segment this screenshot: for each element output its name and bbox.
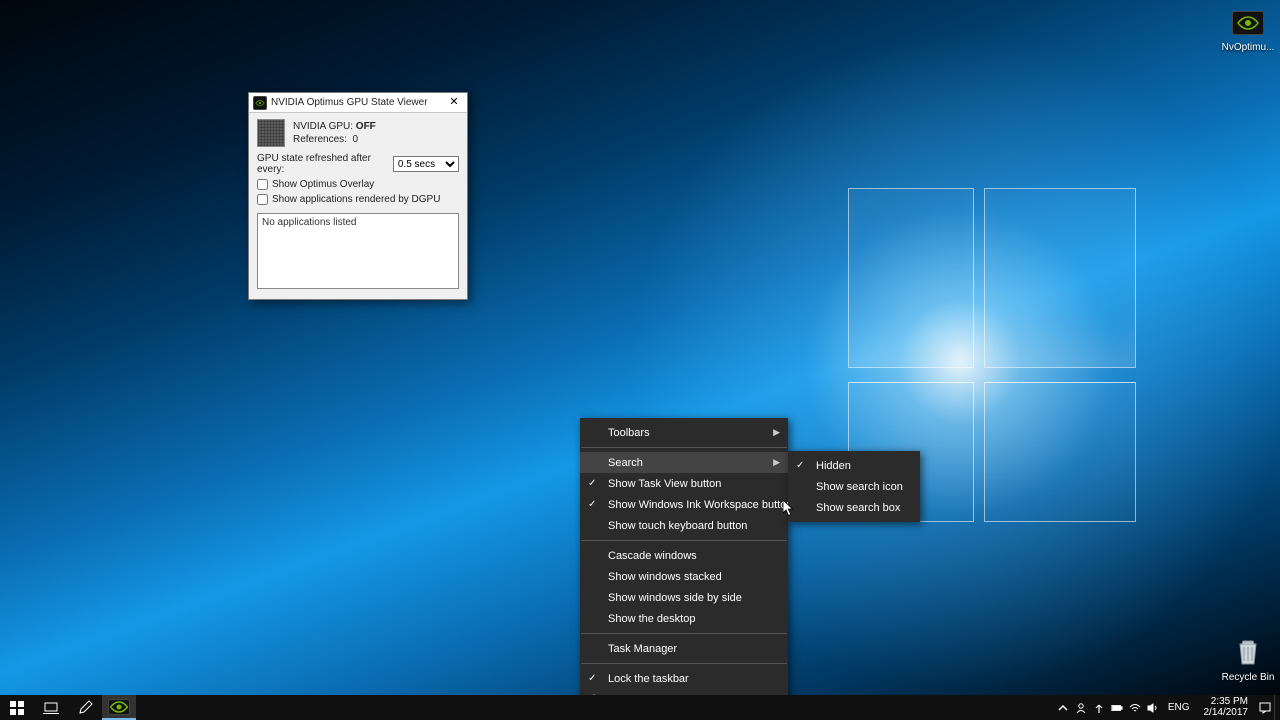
window-title: NVIDIA Optimus GPU State Viewer <box>271 97 444 108</box>
search-submenu: ✓Hidden Show search icon Show search box <box>788 451 920 522</box>
list-empty-text: No applications listed <box>262 217 357 228</box>
nvidia-eye-icon <box>253 96 267 110</box>
tray-icon-people[interactable] <box>1072 695 1090 720</box>
menu-item-cascade-windows[interactable]: Cascade windows <box>580 545 788 566</box>
desktop-icon-nvoptimus[interactable]: NvOptimu... <box>1218 6 1278 53</box>
close-button[interactable]: ✕ <box>444 95 464 111</box>
clock-date: 2/14/2017 <box>1204 708 1249 719</box>
checkbox-input[interactable] <box>257 179 268 190</box>
menu-item-show-touch-keyboard[interactable]: Show touch keyboard button <box>580 515 788 536</box>
check-icon: ✓ <box>588 499 596 510</box>
speaker-icon <box>1147 702 1159 714</box>
menu-item-windows-stacked[interactable]: Show windows stacked <box>580 566 788 587</box>
checkbox-optimus-overlay[interactable]: Show Optimus Overlay <box>257 179 459 190</box>
gpu-chip-icon <box>257 119 285 147</box>
check-icon: ✓ <box>796 460 804 471</box>
chevron-right-icon: ▶ <box>773 457 780 468</box>
tray-icon-safely-remove[interactable] <box>1090 695 1108 720</box>
refresh-label: GPU state refreshed after every: <box>257 153 389 175</box>
action-center-button[interactable] <box>1256 695 1274 720</box>
notification-icon <box>1259 702 1271 714</box>
applications-list[interactable]: No applications listed <box>257 213 459 289</box>
nvidia-viewer-window[interactable]: NVIDIA Optimus GPU State Viewer ✕ NVIDIA… <box>248 92 468 300</box>
tray-overflow-button[interactable] <box>1054 695 1072 720</box>
windows-logo-icon <box>10 701 24 715</box>
language-indicator[interactable]: ENG <box>1162 702 1196 713</box>
recycle-bin-icon <box>1231 636 1265 670</box>
menu-item-show-desktop[interactable]: Show the desktop <box>580 608 788 629</box>
taskbar-context-menu: Toolbars▶ Search▶ ✓Show Task View button… <box>580 418 788 714</box>
menu-item-lock-taskbar[interactable]: ✓Lock the taskbar <box>580 668 788 689</box>
menu-item-task-manager[interactable]: Task Manager <box>580 638 788 659</box>
check-icon: ✓ <box>588 673 596 684</box>
refresh-interval-select[interactable]: 0.5 secs <box>393 156 459 172</box>
usb-icon <box>1093 702 1105 714</box>
submenu-item-show-search-icon[interactable]: Show search icon <box>788 476 920 497</box>
task-view-button[interactable] <box>34 695 68 720</box>
window-titlebar[interactable]: NVIDIA Optimus GPU State Viewer ✕ <box>249 93 467 113</box>
people-icon <box>1075 702 1087 714</box>
taskbar-app-nvidia[interactable] <box>102 695 136 720</box>
wifi-icon <box>1129 702 1141 714</box>
menu-item-windows-side-by-side[interactable]: Show windows side by side <box>580 587 788 608</box>
mouse-cursor-icon <box>783 500 795 518</box>
nvidia-eye-icon <box>108 699 130 715</box>
chevron-up-icon <box>1057 702 1069 714</box>
task-view-icon <box>43 702 59 714</box>
windows-ink-button[interactable] <box>68 695 102 720</box>
desktop-icon-label: NvOptimu... <box>1218 42 1278 53</box>
desktop-icon-recycle-bin[interactable]: Recycle Bin <box>1218 636 1278 683</box>
references-label: References: <box>293 134 347 145</box>
tray-icon-volume[interactable] <box>1144 695 1162 720</box>
taskbar[interactable]: ENG 2:35 PM 2/14/2017 <box>0 695 1280 720</box>
checkbox-input[interactable] <box>257 194 268 205</box>
battery-icon <box>1111 702 1123 714</box>
desktop-icon-label: Recycle Bin <box>1218 672 1278 683</box>
gpu-state: OFF <box>356 121 376 132</box>
tray-icon-network[interactable] <box>1126 695 1144 720</box>
chevron-right-icon: ▶ <box>773 427 780 438</box>
references-value: 0 <box>352 134 358 145</box>
checkbox-dgpu-apps[interactable]: Show applications rendered by DGPU <box>257 194 459 205</box>
menu-item-toolbars[interactable]: Toolbars▶ <box>580 422 788 443</box>
taskbar-clock[interactable]: 2:35 PM 2/14/2017 <box>1196 697 1257 718</box>
show-desktop-button[interactable] <box>1274 695 1280 720</box>
submenu-item-show-search-box[interactable]: Show search box <box>788 497 920 518</box>
submenu-item-hidden[interactable]: ✓Hidden <box>788 455 920 476</box>
menu-item-show-ink-workspace[interactable]: ✓Show Windows Ink Workspace button <box>580 494 788 515</box>
ink-workspace-icon <box>78 700 93 715</box>
gpu-label: NVIDIA GPU: <box>293 121 353 132</box>
menu-item-show-task-view[interactable]: ✓Show Task View button <box>580 473 788 494</box>
tray-icon-battery[interactable] <box>1108 695 1126 720</box>
start-button[interactable] <box>0 695 34 720</box>
check-icon: ✓ <box>588 478 596 489</box>
clock-time: 2:35 PM <box>1204 697 1249 708</box>
nvidia-eye-icon <box>1232 11 1264 35</box>
menu-item-search[interactable]: Search▶ <box>580 452 788 473</box>
